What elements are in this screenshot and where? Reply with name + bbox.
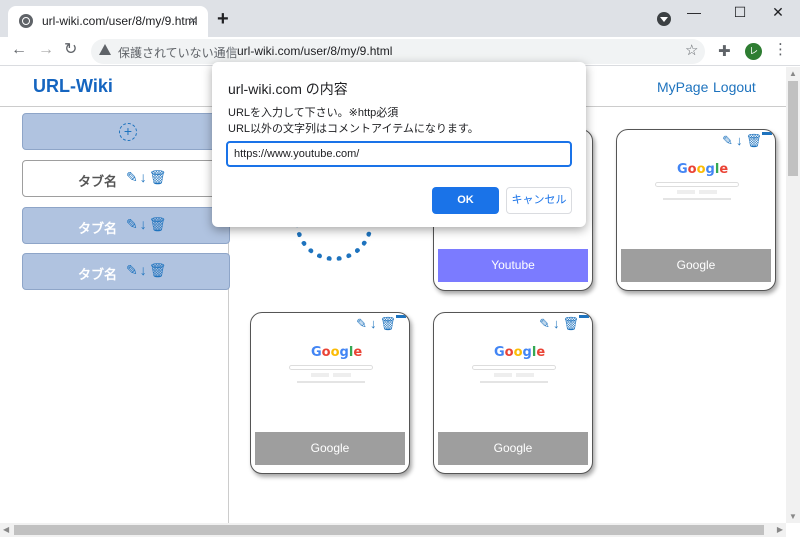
page-thumbnail: Google: [271, 339, 391, 429]
browser-tab-title: url-wiki.com/user/8/my/9.html: [42, 14, 198, 28]
thumbnail-button: [494, 373, 512, 377]
security-status[interactable]: 保護されていない通信: [118, 44, 238, 61]
plus-circle-icon: +: [119, 123, 137, 141]
sidebar: + タブ名 ✎↓🗑 タブ名 ✎↓🗑 タブ名 ✎↓🗑: [0, 108, 230, 523]
site-logo[interactable]: URL-Wiki: [33, 76, 113, 97]
edit-download-delete-icons[interactable]: ✎↓🗑: [356, 316, 399, 332]
thumbnail-button: [677, 190, 695, 194]
thumbnail-button: [516, 373, 534, 377]
minimize-button[interactable]: —: [684, 4, 704, 20]
google-logo: Google: [311, 345, 363, 360]
thumbnail-button: [699, 190, 717, 194]
card-label[interactable]: Youtube: [438, 249, 588, 282]
thumbnail-search-bar: [289, 365, 373, 370]
mypage-link[interactable]: MyPage: [657, 79, 708, 95]
scroll-left-arrow-icon[interactable]: ◀: [3, 525, 9, 534]
google-logo: Google: [677, 162, 729, 177]
dialog-message-line2: URL以外の文字列はコメントアイテムになります。: [228, 123, 479, 135]
edit-download-delete-icons[interactable]: ✎↓🗑: [539, 316, 582, 332]
card-label[interactable]: Google: [621, 249, 771, 282]
dialog-title: url-wiki.com の内容: [228, 81, 348, 97]
maximize-button[interactable]: ☐: [730, 4, 750, 20]
ok-button[interactable]: OK: [432, 187, 499, 214]
add-tab-button[interactable]: +: [22, 113, 230, 150]
sidebar-tab-label: タブ名: [78, 221, 118, 236]
new-tab-button[interactable]: +: [217, 9, 229, 29]
address-bar[interactable]: 保護されていない通信 | url-wiki.com/user/8/my/9.ht…: [91, 39, 705, 64]
globe-icon: [19, 14, 33, 28]
forward-button[interactable]: →: [38, 41, 54, 59]
back-button[interactable]: ←: [11, 41, 27, 59]
url-input[interactable]: [226, 141, 572, 167]
browser-tab-strip: url-wiki.com/user/8/my/9.html × + — ☐ ✕: [0, 0, 800, 37]
page-thumbnail: Google: [637, 156, 757, 246]
sidebar-tab-label: タブ名: [78, 174, 118, 189]
scroll-right-arrow-icon[interactable]: ▶: [777, 525, 783, 534]
thumbnail-search-bar: [655, 182, 739, 187]
warning-icon[interactable]: [99, 44, 111, 55]
page-thumbnail: Google: [454, 339, 574, 429]
url-prompt-dialog: url-wiki.com の内容 URLを入力して下さい。※http必須 URL…: [212, 62, 586, 227]
link-card[interactable]: ✎↓🗑 Google Google: [250, 312, 410, 474]
vertical-scroll-thumb[interactable]: [788, 81, 798, 176]
link-card[interactable]: ✎↓🗑 Google Google: [616, 129, 776, 291]
reload-button[interactable]: ↻: [64, 41, 77, 59]
thumbnail-text-line: [480, 381, 548, 383]
card-label[interactable]: Google: [255, 432, 405, 465]
horizontal-scrollbar[interactable]: ◀ ▶: [0, 523, 786, 537]
google-logo: Google: [494, 345, 546, 360]
address-separator: |: [229, 44, 233, 58]
profile-avatar[interactable]: レ: [745, 43, 762, 60]
sidebar-tab-label: タブ名: [78, 267, 118, 282]
scroll-up-arrow-icon[interactable]: ▲: [789, 69, 797, 78]
horizontal-scroll-thumb[interactable]: [14, 525, 764, 535]
address-url[interactable]: url-wiki.com/user/8/my/9.html: [237, 44, 392, 58]
close-window-button[interactable]: ✕: [768, 4, 788, 20]
extensions-puzzle-icon[interactable]: ✚: [718, 42, 731, 60]
edit-download-delete-icons[interactable]: ✎↓🗑: [126, 262, 169, 279]
thumbnail-button: [311, 373, 329, 377]
browser-tab[interactable]: url-wiki.com/user/8/my/9.html ×: [8, 6, 208, 37]
tab-search-icon[interactable]: [657, 12, 671, 26]
bookmark-star-icon[interactable]: ☆: [685, 42, 698, 60]
link-card[interactable]: ✎↓🗑 Google Google: [433, 312, 593, 474]
sidebar-tab-item[interactable]: タブ名 ✎↓🗑: [22, 207, 230, 244]
thumbnail-text-line: [663, 198, 731, 200]
cancel-button[interactable]: キャンセル: [506, 187, 572, 214]
logout-link[interactable]: Logout: [713, 79, 756, 95]
thumbnail-text-line: [297, 381, 365, 383]
card-label[interactable]: Google: [438, 432, 588, 465]
dialog-message-line1: URLを入力して下さい。※http必須: [228, 107, 399, 119]
sidebar-tab-item[interactable]: タブ名 ✎↓🗑: [22, 160, 230, 197]
sidebar-tab-item[interactable]: タブ名 ✎↓🗑: [22, 253, 230, 290]
browser-menu-icon[interactable]: ⋮: [773, 41, 788, 59]
thumbnail-button: [333, 373, 351, 377]
edit-download-delete-icons[interactable]: ✎↓🗑: [126, 216, 169, 233]
vertical-scrollbar[interactable]: ▲ ▼: [786, 67, 800, 523]
close-tab-icon[interactable]: ×: [189, 12, 197, 28]
edit-download-delete-icons[interactable]: ✎↓🗑: [722, 133, 765, 149]
scroll-down-arrow-icon[interactable]: ▼: [789, 512, 797, 521]
thumbnail-search-bar: [472, 365, 556, 370]
edit-download-delete-icons[interactable]: ✎↓🗑: [126, 169, 169, 186]
